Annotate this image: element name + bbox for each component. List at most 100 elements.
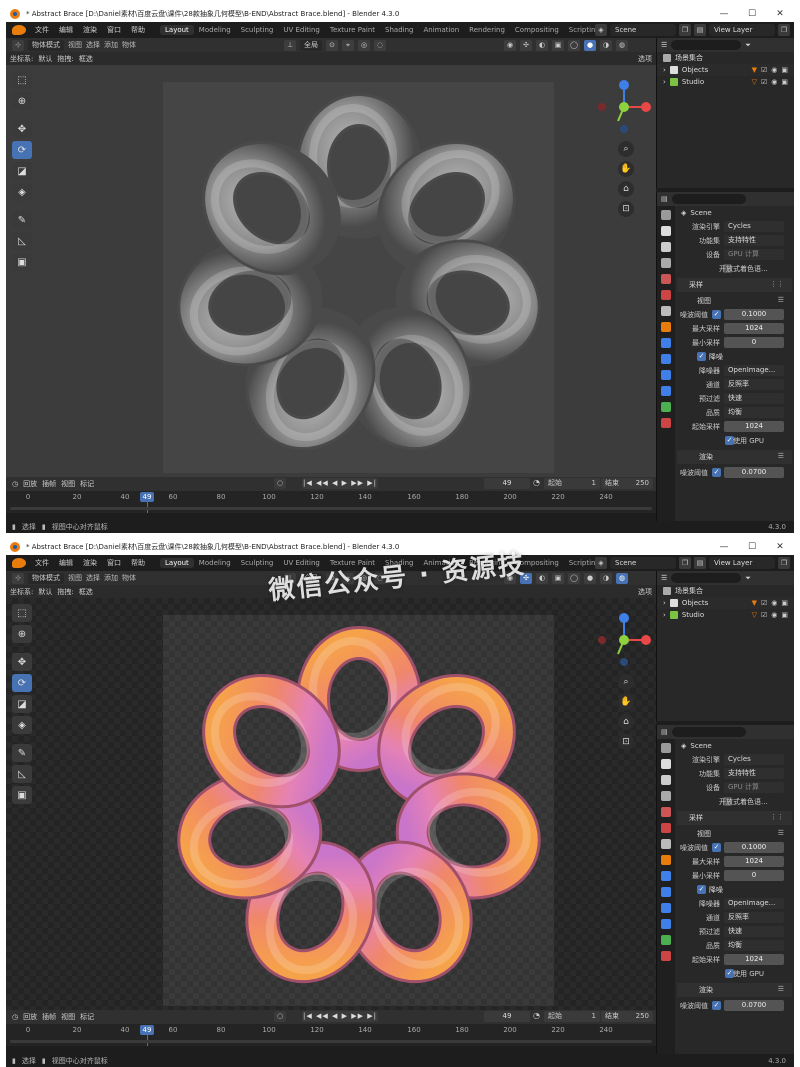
navigation-gizmo[interactable]	[596, 79, 652, 135]
outliner-editor-icon[interactable]: ☰	[661, 41, 667, 49]
checkbox-icon[interactable]: ☑	[761, 66, 767, 74]
menu-select[interactable]: 选择	[86, 40, 100, 50]
add-cube-tool-icon[interactable]: ▣	[12, 253, 32, 271]
minimize-button[interactable]: —	[710, 539, 738, 555]
shading-material-icon[interactable]: ◑	[600, 39, 612, 51]
record-icon[interactable]: ○	[274, 1011, 286, 1022]
record-icon[interactable]: ○	[274, 478, 286, 489]
pivot-icon[interactable]: ⊙	[326, 39, 338, 51]
lock-icon[interactable]: ⊡	[618, 201, 634, 217]
constraints-tab-icon[interactable]	[661, 919, 671, 929]
navigation-gizmo[interactable]	[596, 612, 652, 668]
feature-set-select[interactable]: 支持特性	[724, 235, 784, 246]
eye-icon[interactable]: ◉	[771, 78, 777, 86]
menu-file[interactable]: 文件	[30, 558, 54, 568]
denoiser-select[interactable]: OpenImage...	[724, 898, 784, 909]
menu-view[interactable]: 视图	[68, 573, 82, 583]
object-tab-icon[interactable]	[661, 855, 671, 865]
select-box-tool-icon[interactable]: ⬚	[12, 71, 32, 89]
world-tab-icon[interactable]	[661, 290, 671, 300]
close-button[interactable]: ✕	[766, 539, 794, 555]
eye-icon[interactable]: ◉	[771, 599, 777, 607]
quality-select[interactable]: 均衡	[724, 940, 784, 951]
shading-material-icon[interactable]: ◑	[600, 572, 612, 584]
render-threshold-field[interactable]: 0.0700	[724, 467, 784, 478]
timeline-keying[interactable]: 插帧	[42, 1012, 56, 1022]
zoom-icon[interactable]: ⌕	[618, 141, 634, 157]
more-icon[interactable]: ⋮⋮	[770, 813, 784, 821]
tool-tab-icon[interactable]	[661, 210, 671, 220]
view-layer-icon[interactable]: ▤	[694, 557, 706, 569]
expand-arrow-icon[interactable]: ›	[663, 599, 666, 607]
overlays-icon[interactable]: ◐	[536, 39, 548, 51]
maximize-button[interactable]: ☐	[738, 539, 766, 555]
modifier-tab-icon[interactable]	[661, 871, 671, 881]
view-layer-selector[interactable]: View Layer	[709, 557, 775, 569]
start-sample-field[interactable]: 1024	[724, 954, 784, 965]
particles-tab-icon[interactable]	[661, 887, 671, 897]
view-layer-tab-icon[interactable]	[661, 791, 671, 801]
3d-viewport-rendered[interactable]: ⬚ ⊕ ✥ ⟳ ◪ ◈ ✎ ◺ ▣ ⌕ ✋ ⌂ ⊡	[6, 598, 656, 1010]
menu-help[interactable]: 帮助	[126, 25, 150, 35]
checkbox-icon[interactable]: ☑	[761, 611, 767, 619]
physics-tab-icon[interactable]	[661, 903, 671, 913]
timeline-editor-icon[interactable]: ◷	[12, 480, 18, 488]
outliner-item-studio[interactable]: › Studio ▽ ☑ ◉ ▣	[657, 609, 794, 621]
list-icon[interactable]: ☰	[778, 985, 784, 993]
tab-rendering[interactable]: Rendering	[464, 25, 510, 35]
modifier-tab-icon[interactable]	[661, 338, 671, 348]
camera-icon[interactable]: ▣	[781, 599, 788, 607]
noise-threshold-checkbox[interactable]: ✓	[712, 310, 721, 319]
prefilter-select[interactable]: 快速	[724, 926, 784, 937]
eye-icon[interactable]: ◉	[771, 66, 777, 74]
noise-threshold-checkbox[interactable]: ✓	[712, 843, 721, 852]
timeline-scrollbar[interactable]	[10, 507, 652, 510]
filter-icon[interactable]: ⏷	[745, 574, 751, 583]
expand-arrow-icon[interactable]: ›	[663, 611, 666, 619]
scene-icon[interactable]: ◈	[595, 24, 607, 36]
eye-icon[interactable]: ◉	[771, 611, 777, 619]
timeline-playback[interactable]: 回放	[23, 1012, 37, 1022]
quality-select[interactable]: 均衡	[724, 407, 784, 418]
blender-menu-icon[interactable]	[12, 25, 26, 35]
move-tool-icon[interactable]: ✥	[12, 120, 32, 138]
menu-object[interactable]: 物体	[122, 573, 136, 583]
drag-selector[interactable]: 框选	[78, 53, 93, 64]
menu-object[interactable]: 物体	[122, 40, 136, 50]
noise-threshold-field[interactable]: 0.1000	[724, 842, 784, 853]
playhead[interactable]: 49	[140, 492, 154, 502]
transform-tool-icon[interactable]: ◈	[12, 183, 32, 201]
timeline-marker[interactable]: 标记	[80, 479, 94, 489]
lock-icon[interactable]: ⊡	[618, 734, 634, 750]
outliner-item-objects[interactable]: › Objects ▼ ☑ ◉ ▣	[657, 64, 794, 76]
orientation-selector[interactable]: 默认	[38, 586, 53, 597]
blender-menu-icon[interactable]	[12, 558, 26, 568]
render-subsection[interactable]: 渲染 ☰	[677, 450, 792, 464]
new-scene-icon[interactable]: ❐	[679, 24, 691, 36]
list-icon[interactable]: ☰	[778, 296, 784, 304]
feature-set-select[interactable]: 支持特性	[724, 768, 784, 779]
clock-icon[interactable]: ◔	[533, 478, 540, 487]
scene-tab-icon[interactable]	[661, 274, 671, 284]
playhead[interactable]: 49	[140, 1025, 154, 1035]
tab-shading[interactable]: Shading	[380, 25, 418, 35]
current-frame-field[interactable]: 49	[484, 478, 530, 489]
menu-edit[interactable]: 编辑	[54, 25, 78, 35]
timeline-ruler[interactable]: 0 20 40 60 80 100 120 140 160 180 200 22…	[6, 491, 656, 513]
tab-sculpting[interactable]: Sculpting	[236, 25, 279, 35]
tab-sculpting[interactable]: Sculpting	[236, 558, 279, 568]
timeline-marker[interactable]: 标记	[80, 1012, 94, 1022]
end-frame-field[interactable]: 结束 250	[601, 1011, 653, 1022]
properties-editor-icon[interactable]: ▤	[661, 728, 668, 736]
measure-tool-icon[interactable]: ◺	[12, 765, 32, 783]
menu-window[interactable]: 窗口	[102, 25, 126, 35]
tab-compositing[interactable]: Compositing	[510, 25, 564, 35]
scene-selector[interactable]: Scene	[610, 24, 676, 36]
scene-collection-row[interactable]: 场景集合	[657, 52, 794, 64]
filter-icon[interactable]: ⏷	[745, 41, 751, 50]
transform-orientation-icon[interactable]: ⊥	[284, 39, 296, 51]
tab-modeling[interactable]: Modeling	[194, 558, 236, 568]
scale-tool-icon[interactable]: ◪	[12, 695, 32, 713]
denoiser-select[interactable]: OpenImage...	[724, 365, 784, 376]
camera-view-icon[interactable]: ⌂	[618, 714, 634, 730]
